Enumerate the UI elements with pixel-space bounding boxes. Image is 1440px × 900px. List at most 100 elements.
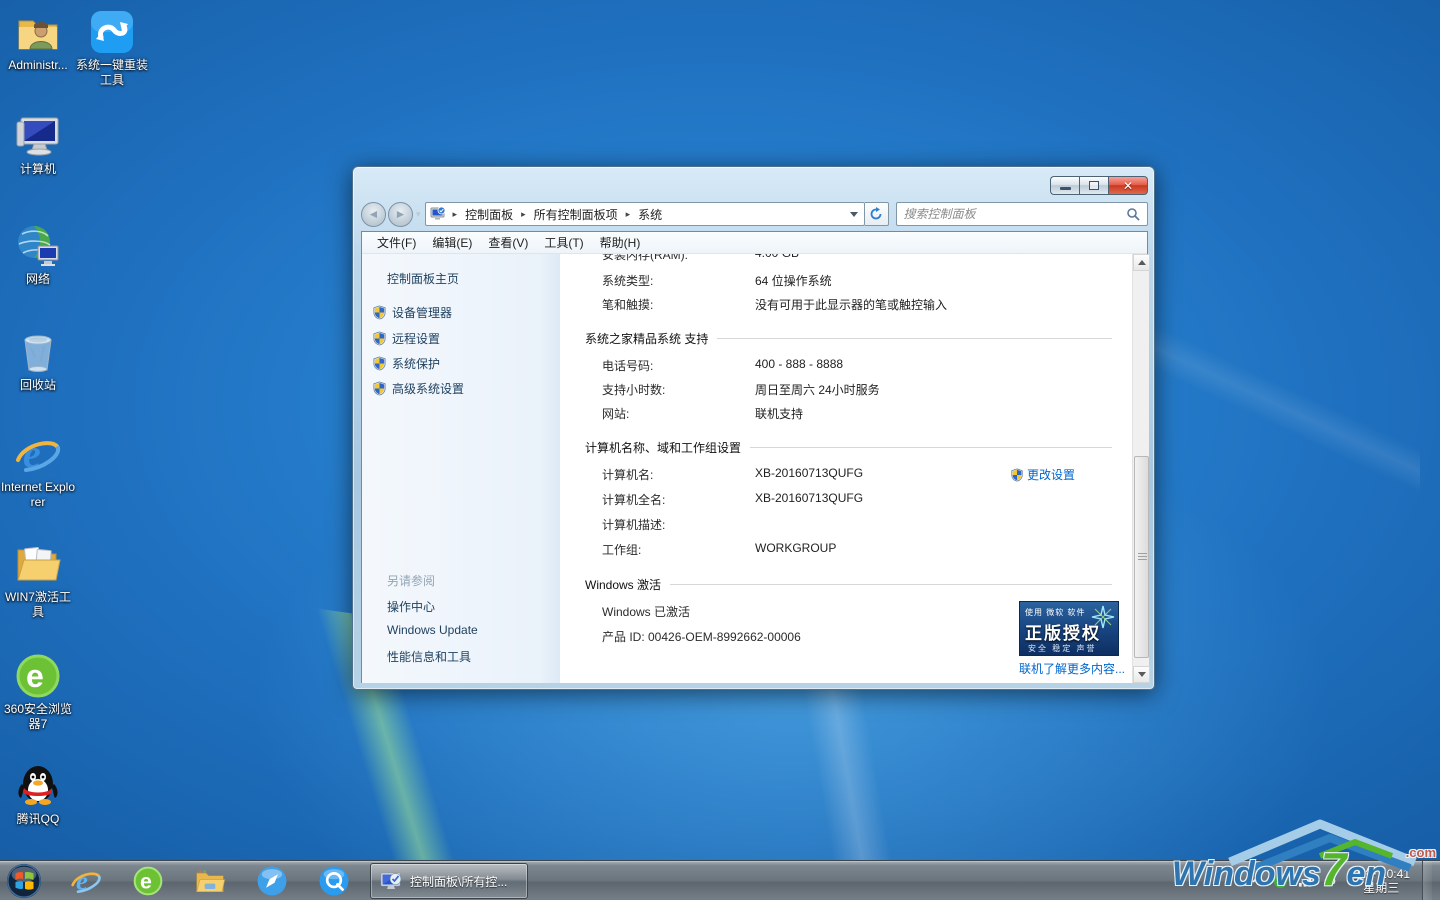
change-settings[interactable]: 更改设置: [1010, 466, 1075, 483]
menu-file[interactable]: 文件(F): [369, 231, 424, 254]
system-control-panel-window: ✕ ◄ ► ▾ ▸ 控制面板 ▸ 所有控制面板项 ▸ 系统: [352, 166, 1155, 690]
menu-tools[interactable]: 工具(T): [536, 231, 591, 254]
search-icon: [1126, 207, 1141, 222]
search-input[interactable]: [897, 203, 1147, 225]
sidebar-item-remote-settings[interactable]: 远程设置: [372, 330, 440, 347]
menu-edit[interactable]: 编辑(E): [424, 231, 480, 254]
breadcrumb-separator-icon: ▸: [514, 209, 533, 220]
sidebar-item-control-panel-home[interactable]: 控制面板主页: [387, 270, 459, 287]
sidebar-item-advanced-system-settings[interactable]: 高级系统设置: [372, 380, 464, 397]
desktop-icon-recycle-bin[interactable]: 回收站: [0, 328, 76, 393]
close-button[interactable]: ✕: [1108, 176, 1148, 195]
row-value: 400 - 888 - 8888: [755, 357, 843, 371]
internet-explorer-icon: e: [14, 430, 62, 478]
sidebar-item-device-manager[interactable]: 设备管理器: [372, 304, 452, 321]
menu-help[interactable]: 帮助(H): [592, 231, 649, 254]
breadcrumb-control-panel[interactable]: 控制面板: [464, 204, 514, 225]
row-label: 支持小时数:: [602, 381, 665, 398]
tray-security-icon[interactable]: [1273, 874, 1288, 889]
refresh-button[interactable]: [865, 202, 889, 226]
system-page-icon: [430, 206, 446, 222]
desktop-icon-label: Administr...: [0, 58, 76, 73]
sidebar-item-system-protection[interactable]: 系统保护: [372, 355, 440, 372]
uac-shield-icon: [372, 331, 387, 346]
scroll-down-button[interactable]: [1133, 666, 1150, 683]
sidebar-item-windows-update[interactable]: Windows Update: [387, 623, 478, 637]
breadcrumb-dropdown-icon[interactable]: [850, 212, 858, 217]
support-row-phone: 电话号码: 400 - 888 - 8888: [560, 357, 1120, 373]
minimize-button[interactable]: [1050, 176, 1079, 195]
computer-icon: [14, 112, 62, 160]
green-check-icon: [1273, 874, 1288, 889]
change-settings-link[interactable]: 更改设置: [1027, 466, 1075, 483]
sidebar-item-label: 设备管理器: [392, 304, 452, 321]
clock-date: 星期三: [1353, 881, 1410, 895]
taskbar-compass-browser-icon[interactable]: [252, 863, 292, 899]
support-row-hours: 支持小时数: 周日至周六 24小时服务: [560, 381, 1120, 397]
show-hidden-icons-button[interactable]: [1251, 875, 1263, 887]
caption-buttons: ✕: [1050, 176, 1148, 195]
minimize-icon: [1060, 187, 1071, 190]
taskbar-qq-browser-icon[interactable]: [314, 863, 354, 899]
learn-more-link[interactable]: 联机了解更多内容...: [1019, 660, 1119, 677]
system-task-icon: [379, 869, 403, 893]
scrollbar-thumb[interactable]: [1134, 456, 1149, 658]
taskbar-explorer-icon[interactable]: [190, 863, 230, 899]
forward-button[interactable]: ►: [388, 202, 413, 227]
row-label: 安装内存(RAM):: [602, 254, 688, 263]
support-row-website: 网站: 联机支持: [560, 405, 1120, 421]
desktop-icon-administrator[interactable]: Administr...: [0, 8, 76, 73]
sidebar-item-performance-tools[interactable]: 性能信息和工具: [387, 648, 471, 665]
recycle-bin-icon: [14, 328, 62, 376]
computer-row-fullname: 计算机全名: XB-20160713QUFG: [560, 491, 1120, 507]
breadcrumb-system[interactable]: 系统: [637, 204, 663, 225]
row-label: 网站:: [602, 405, 629, 422]
maximize-button[interactable]: [1079, 176, 1108, 195]
tray-volume-icon[interactable]: [1323, 874, 1338, 888]
uac-shield-icon: [372, 356, 387, 371]
desktop-icon-360-browser[interactable]: e 360安全浏览器7: [0, 652, 76, 732]
internet-explorer-icon: e: [70, 865, 102, 897]
desktop-icon-internet-explorer[interactable]: e Internet Explorer: [0, 430, 76, 510]
desktop-icon-network[interactable]: 网络: [0, 222, 76, 287]
system-tray: 上午 10:41 星期三: [1246, 861, 1432, 900]
taskbar-task-control-panel[interactable]: 控制面板\所有控...: [370, 863, 528, 899]
sidebar-item-label: 远程设置: [392, 330, 440, 347]
menu-bar: 文件(F) 编辑(E) 查看(V) 工具(T) 帮助(H): [362, 232, 1147, 254]
info-row-ram: 安装内存(RAM): 4.00 GB: [560, 254, 1120, 262]
desktop-icon-computer[interactable]: 计算机: [0, 112, 76, 177]
nav-history-dropdown-icon[interactable]: ▾: [416, 209, 421, 220]
maximize-icon: [1089, 181, 1099, 190]
reinstall-tool-icon: [88, 8, 136, 56]
vertical-scrollbar[interactable]: [1132, 254, 1149, 683]
desktop-icon-qq[interactable]: 腾讯QQ: [0, 762, 76, 827]
sparkle-icon: [1090, 604, 1116, 630]
scroll-up-button[interactable]: [1133, 254, 1150, 271]
online-support-link[interactable]: 联机支持: [755, 405, 803, 422]
menu-view[interactable]: 查看(V): [480, 231, 536, 254]
breadcrumb-all-items[interactable]: 所有控制面板项: [533, 204, 619, 225]
breadcrumb-separator-icon: ▸: [446, 209, 465, 220]
taskbar-360-browser-icon[interactable]: e: [128, 863, 168, 899]
windows-start-orb-icon: [5, 862, 43, 900]
address-bar: ◄ ► ▾ ▸ 控制面板 ▸ 所有控制面板项 ▸ 系统: [361, 199, 1148, 229]
tray-network-icon[interactable]: [1298, 874, 1313, 888]
breadcrumb[interactable]: ▸ 控制面板 ▸ 所有控制面板项 ▸ 系统: [425, 202, 865, 226]
row-value: 64 位操作系统: [755, 272, 832, 289]
qq-penguin-icon: [14, 762, 62, 810]
folder-user-icon: [14, 8, 62, 56]
back-button[interactable]: ◄: [361, 202, 386, 227]
desktop-icon-win7-activator[interactable]: WIN7激活工具: [0, 540, 76, 620]
info-row-system-type: 系统类型: 64 位操作系统: [560, 272, 1120, 288]
desktop-icon-label: 腾讯QQ: [0, 812, 76, 827]
desktop-icon-reinstall-tool[interactable]: 系统一键重装工具: [74, 8, 150, 88]
sidebar-item-action-center[interactable]: 操作中心: [387, 598, 435, 615]
start-button[interactable]: [4, 863, 44, 899]
tray-clock[interactable]: 上午 10:41 星期三: [1353, 867, 1410, 895]
product-id: 产品 ID: 00426-OEM-8992662-00006: [602, 628, 801, 645]
section-title: 系统之家精品系统 支持: [585, 330, 708, 347]
compass-icon: [255, 864, 289, 898]
row-value: WORKGROUP: [755, 541, 836, 555]
taskbar-ie-icon[interactable]: e: [66, 863, 106, 899]
show-desktop-button[interactable]: [1422, 861, 1432, 900]
